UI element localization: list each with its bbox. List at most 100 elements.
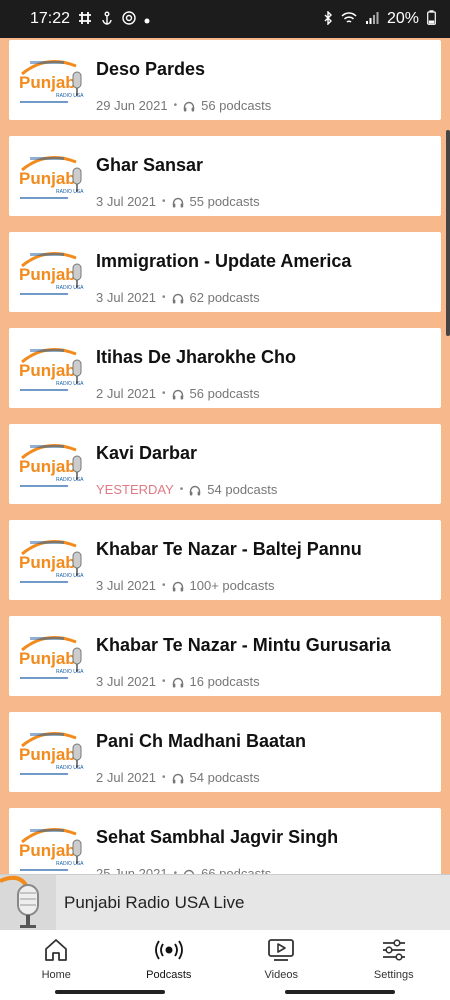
podcast-title: Kavi Darbar <box>96 443 198 463</box>
svg-text:Punjabi: Punjabi <box>19 553 80 572</box>
podcast-card[interactable]: Punjabi RADIO USA Pani Ch Madhani Baatan … <box>9 712 441 792</box>
podcast-icon <box>154 938 184 967</box>
hash-icon <box>78 11 92 28</box>
podcast-date: 3 Jul 2021 <box>96 194 156 209</box>
headphones-icon <box>172 388 184 400</box>
podcast-meta: 3 Jul 2021 • 16 podcasts <box>96 674 260 689</box>
svg-text:Punjabi: Punjabi <box>19 169 80 188</box>
svg-text:RADIO USA: RADIO USA <box>56 573 84 579</box>
podcast-count: 16 podcasts <box>189 674 260 689</box>
nav-home-label: Home <box>41 969 71 981</box>
punjabi-radio-logo: Punjabi RADIO USA <box>16 340 84 396</box>
bluetooth-icon <box>323 9 333 28</box>
svg-text:Punjabi: Punjabi <box>19 745 80 764</box>
svg-text:RADIO USA: RADIO USA <box>56 93 84 99</box>
punjabi-radio-logo: Punjabi RADIO USA <box>16 532 84 588</box>
punjabi-radio-logo: Punjabi RADIO USA <box>16 436 84 492</box>
nav-podcasts[interactable]: Podcasts <box>113 930 226 982</box>
podcast-count: 66 podcasts <box>201 866 272 874</box>
podcast-card[interactable]: Punjabi RADIO USA Kavi Darbar YESTERDAY •… <box>9 424 441 504</box>
podcast-count: 55 podcasts <box>189 194 260 209</box>
podcast-count: 100+ podcasts <box>189 578 275 593</box>
scrollbar-thumb[interactable] <box>446 130 450 336</box>
podcast-card[interactable]: Punjabi RADIO USA Immigration - Update Am… <box>9 232 441 312</box>
headphones-icon <box>172 292 184 304</box>
podcast-card[interactable]: Punjabi RADIO USA Khabar Te Nazar - Mintu… <box>9 616 441 696</box>
separator-dot: • <box>162 676 166 687</box>
battery-percent: 20% <box>386 10 419 27</box>
nav-podcasts-label: Podcasts <box>146 969 192 981</box>
podcast-meta: YESTERDAY • 54 podcasts <box>96 482 277 497</box>
punjabi-radio-logo: Punjabi RADIO USA <box>16 820 84 874</box>
svg-text:RADIO USA: RADIO USA <box>56 189 84 195</box>
svg-text:RADIO USA: RADIO USA <box>56 381 84 387</box>
punjabi-radio-logo: Punjabi RADIO USA <box>16 148 84 204</box>
podcast-meta: 3 Jul 2021 • 55 podcasts <box>96 194 260 209</box>
podcast-card[interactable]: Punjabi RADIO USA Khabar Te Nazar - Balte… <box>9 520 441 600</box>
headphones-icon <box>183 100 195 112</box>
bottom-navigation: Home Podcasts Videos Settings <box>0 930 450 982</box>
svg-text:Punjabi: Punjabi <box>19 457 80 476</box>
nav-settings[interactable]: Settings <box>338 930 450 982</box>
dot-icon <box>144 11 150 27</box>
punjabi-radio-logo: Punjabi RADIO USA <box>16 244 84 300</box>
svg-text:Punjabi: Punjabi <box>19 361 80 380</box>
settings-icon <box>381 938 407 967</box>
svg-text:RADIO USA: RADIO USA <box>56 477 84 483</box>
svg-text:Punjabi: Punjabi <box>19 841 80 860</box>
podcast-count: 54 podcasts <box>189 770 260 785</box>
podcast-date: 25 Jun 2021 <box>96 866 168 874</box>
punjabi-radio-logo: Punjabi RADIO USA <box>16 52 84 108</box>
headphones-icon <box>172 196 184 208</box>
podcast-title: Immigration - Update America <box>96 251 352 271</box>
separator-dot: • <box>162 580 166 591</box>
podcast-title: Sehat Sambhal Jagvir Singh <box>96 827 339 847</box>
podcast-card[interactable]: Punjabi RADIO USA Ghar Sansar 3 Jul 2021 … <box>9 136 441 216</box>
separator-dot: • <box>173 100 178 111</box>
status-time: 17:22 <box>30 10 71 27</box>
nav-home[interactable]: Home <box>0 930 113 982</box>
battery-icon <box>427 10 436 28</box>
mini-player[interactable]: Punjabi Radio USA Live <box>0 874 450 931</box>
nav-videos[interactable]: Videos <box>225 930 338 982</box>
microphone-icon <box>0 875 56 931</box>
podcast-meta: 29 Jun 2021 • 56 podcasts <box>96 98 271 113</box>
nav-videos-label: Videos <box>264 969 298 981</box>
podcast-date: 3 Jul 2021 <box>96 674 156 689</box>
signal-icon <box>365 11 379 28</box>
video-icon <box>267 938 295 967</box>
podcast-title: Itihas De Jharokhe Cho <box>96 347 297 367</box>
separator-dot: • <box>162 292 166 303</box>
podcast-meta: 2 Jul 2021 • 56 podcasts <box>96 386 260 401</box>
svg-text:RADIO USA: RADIO USA <box>56 861 84 867</box>
svg-text:RADIO USA: RADIO USA <box>56 669 84 675</box>
svg-text:Punjabi: Punjabi <box>19 265 80 284</box>
podcast-title: Deso Pardes <box>96 59 206 79</box>
podcast-count: 56 podcasts <box>201 98 272 113</box>
headphones-icon <box>172 772 184 784</box>
podcast-card[interactable]: Punjabi RADIO USA Sehat Sambhal Jagvir Si… <box>9 808 441 874</box>
podcast-title: Ghar Sansar <box>96 155 204 175</box>
podcast-title: Pani Ch Madhani Baatan <box>96 731 307 751</box>
separator-dot: • <box>162 388 166 399</box>
podcast-card[interactable]: Punjabi RADIO USA Deso Pardes 29 Jun 2021… <box>9 40 441 120</box>
home-icon <box>43 938 69 967</box>
nav-settings-label: Settings <box>373 969 414 981</box>
target-icon <box>122 10 136 28</box>
podcast-count: 62 podcasts <box>189 290 260 305</box>
podcast-title: Khabar Te Nazar - Baltej Pannu <box>96 539 362 559</box>
player-title: Punjabi Radio USA Live <box>64 893 245 912</box>
podcast-count: 54 podcasts <box>207 482 278 497</box>
podcast-date: 3 Jul 2021 <box>96 578 156 593</box>
podcast-list[interactable]: Punjabi RADIO USA Deso Pardes 29 Jun 2021… <box>0 38 450 874</box>
podcast-title: Khabar Te Nazar - Mintu Gurusaria <box>96 635 391 655</box>
podcast-meta: 2 Jul 2021 • 54 podcasts <box>96 770 260 785</box>
podcast-card[interactable]: Punjabi RADIO USA Itihas De Jharokhe Cho … <box>9 328 441 408</box>
system-gesture-bar <box>0 982 450 1000</box>
anchor-icon <box>100 11 114 28</box>
separator-dot: • <box>162 772 166 783</box>
podcast-date: 2 Jul 2021 <box>96 386 156 401</box>
podcast-date: YESTERDAY <box>96 482 174 497</box>
svg-text:RADIO USA: RADIO USA <box>56 765 84 771</box>
status-bar: 17:22 20% <box>0 0 450 38</box>
